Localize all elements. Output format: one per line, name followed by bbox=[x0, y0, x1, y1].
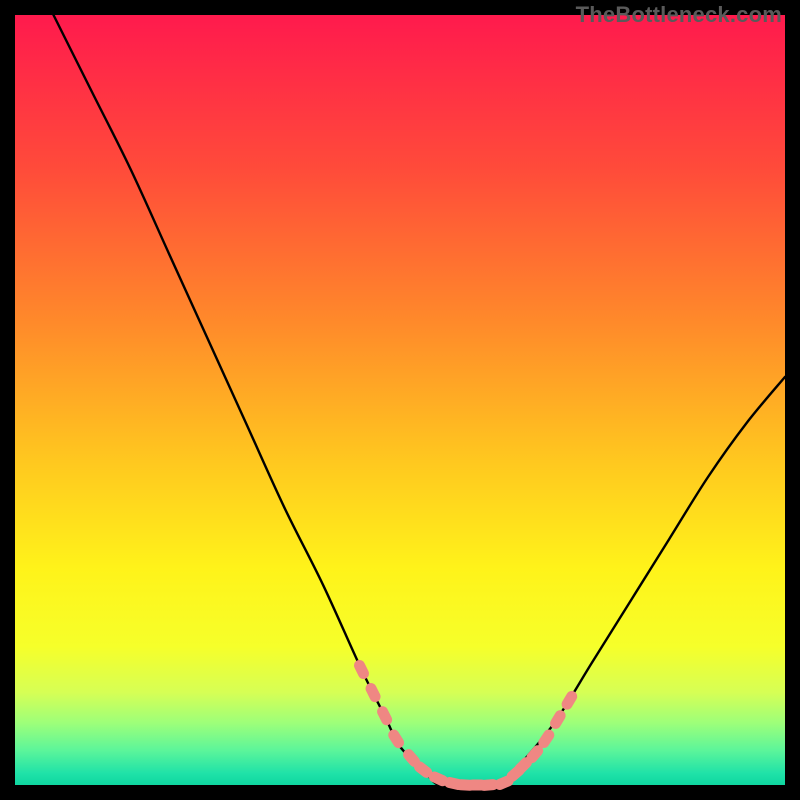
watermark-text: TheBottleneck.com bbox=[576, 2, 782, 28]
curve-marker bbox=[560, 689, 580, 712]
curve-markers bbox=[352, 658, 579, 792]
bottleneck-curve-layer bbox=[15, 15, 785, 785]
curve-marker bbox=[352, 658, 371, 681]
curve-marker bbox=[364, 681, 383, 704]
bottleneck-curve bbox=[54, 15, 786, 786]
curve-marker bbox=[386, 727, 406, 750]
chart-frame bbox=[15, 15, 785, 785]
curve-marker bbox=[375, 704, 394, 727]
